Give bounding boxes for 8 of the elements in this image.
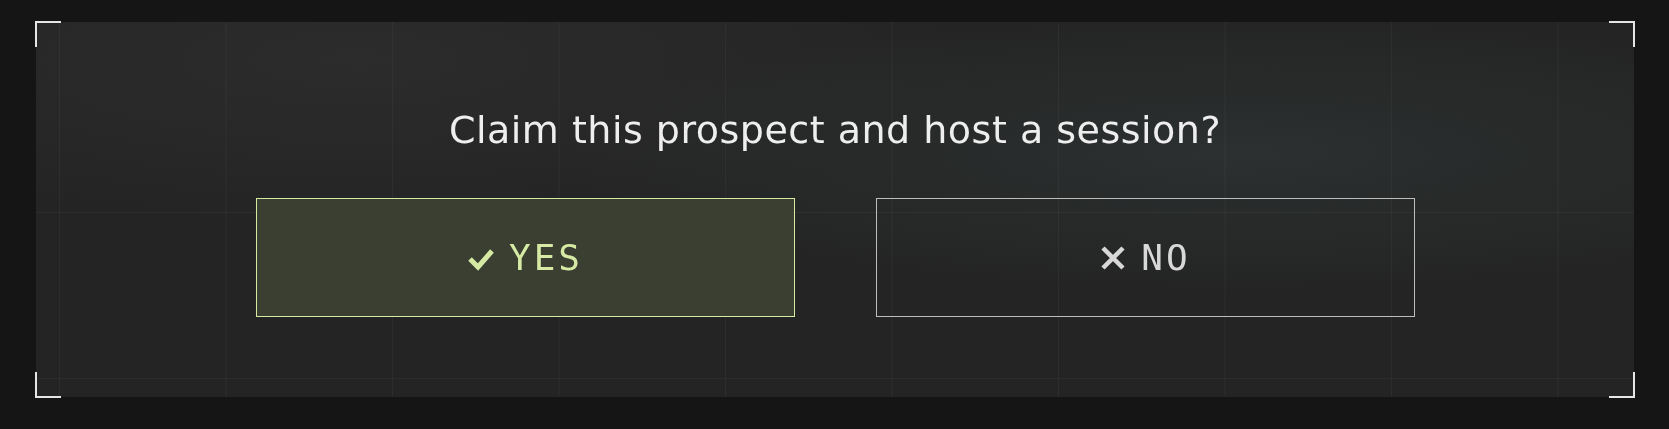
corner-bracket-icon [35, 372, 61, 398]
corner-bracket-icon [1609, 21, 1635, 47]
corner-bracket-icon [35, 21, 61, 47]
close-icon [1099, 243, 1128, 272]
yes-button[interactable]: YES [255, 198, 795, 317]
no-button[interactable]: NO [875, 198, 1415, 317]
dialog-prompt: Claim this prospect and host a session? [448, 107, 1222, 154]
corner-bracket-icon [1609, 372, 1635, 398]
